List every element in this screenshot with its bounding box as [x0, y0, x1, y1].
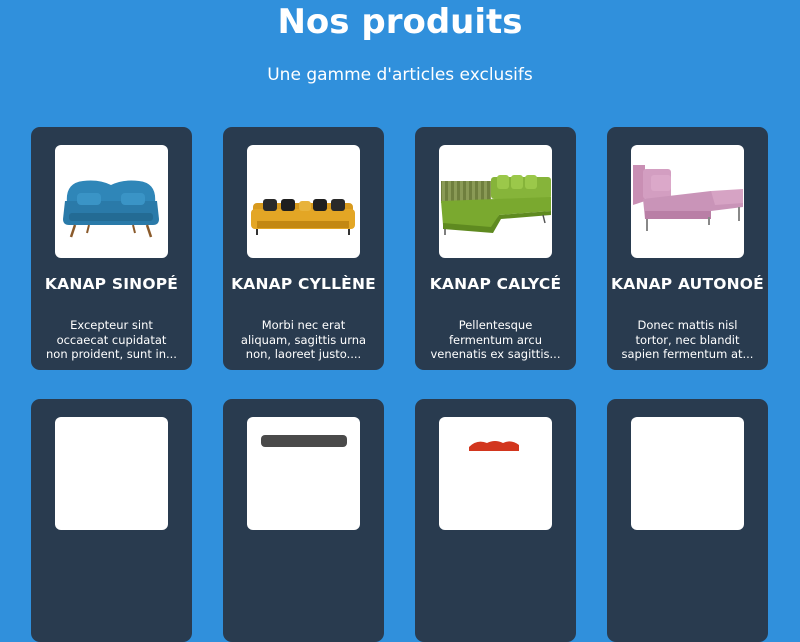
- product-description: Pellentesque fermentum arcu venenatis ex…: [430, 318, 561, 361]
- product-name: KANAP SINOPÉ: [44, 275, 179, 293]
- product-description: Donec mattis nisl tortor, nec blandit sa…: [621, 318, 754, 361]
- product-name: KANAP AUTONOÉ: [611, 275, 764, 293]
- yellow-sofa-image: [247, 145, 360, 258]
- product-card[interactable]: [223, 399, 384, 642]
- product-card[interactable]: [415, 399, 576, 642]
- product-card-kanap-autonoe[interactable]: KANAP AUTONOÉ Donec mattis nisl tortor, …: [607, 127, 768, 370]
- product-card-kanap-calyce[interactable]: KANAP CALYCÉ Pellentesque fermentum arcu…: [415, 127, 576, 370]
- product-card-kanap-cyllene[interactable]: KANAP CYLLÈNE Morbi nec erat aliquam, sa…: [223, 127, 384, 370]
- product-description: Excepteur sint occaecat cupidatat non pr…: [46, 318, 177, 361]
- red-sofa-image: [439, 417, 552, 530]
- product-image: [631, 417, 744, 530]
- product-card-kanap-sinope[interactable]: KANAP SINOPÉ Excepteur sint occaecat cup…: [31, 127, 192, 370]
- product-image: [55, 417, 168, 530]
- page-title: Nos produits: [277, 2, 523, 42]
- page-subtitle: Une gamme d'articles exclusifs: [267, 65, 533, 85]
- product-description: Morbi nec erat aliquam, sagittis urna no…: [240, 318, 367, 361]
- product-card[interactable]: [607, 399, 768, 642]
- blue-sofa-image: [55, 145, 168, 258]
- pink-sofa-image: [631, 145, 744, 258]
- grey-sofa-image: [247, 417, 360, 530]
- product-name: KANAP CALYCÉ: [429, 275, 562, 293]
- product-card[interactable]: [31, 399, 192, 642]
- green-sectional-image: [439, 145, 552, 258]
- product-name: KANAP CYLLÈNE: [231, 275, 376, 293]
